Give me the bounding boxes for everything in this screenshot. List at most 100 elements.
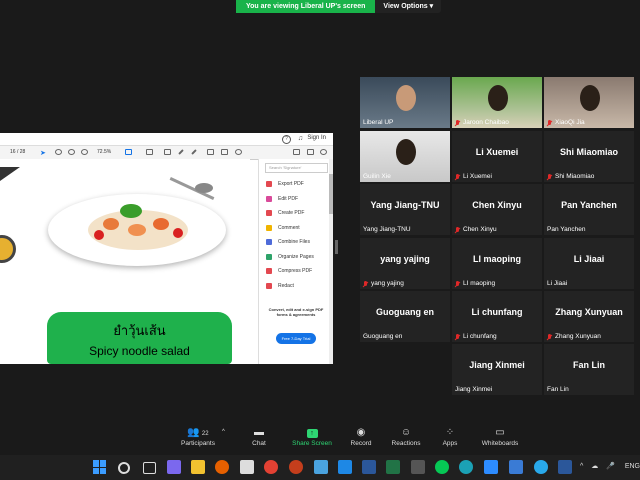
participant-tile[interactable]: Li Xuemei Li Xuemei: [452, 131, 542, 182]
language-indicator[interactable]: ENG: [625, 463, 640, 470]
participant-tile[interactable]: Zhang Xunyuan Zhang Xunyuan: [544, 291, 634, 342]
participant-tile[interactable]: Guoguang en Guoguang en: [360, 291, 450, 342]
participant-tile[interactable]: XiaoQi Jia: [544, 77, 634, 128]
splitter-handle[interactable]: [335, 240, 338, 254]
participant-tile[interactable]: Shi Miaomiao Shi Miaomiao: [544, 131, 634, 182]
tools-search-input[interactable]: Search 'Signature': [265, 163, 328, 173]
line-icon[interactable]: [435, 460, 449, 474]
share-screen-button[interactable]: ↑ Share Screen: [287, 426, 337, 447]
participant-label: yang yajing: [363, 280, 404, 287]
tool-item[interactable]: Redact: [259, 279, 333, 294]
page-indicator[interactable]: 16 / 28: [10, 149, 25, 155]
tool-item[interactable]: Organize Pages: [259, 250, 333, 265]
chat-app-icon[interactable]: [167, 460, 181, 474]
tool-item[interactable]: Comment: [259, 221, 333, 236]
record-button[interactable]: ◉ Record: [336, 426, 386, 447]
tool-item[interactable]: Combine Files: [259, 235, 333, 250]
cloud-icon[interactable]: ☁: [591, 463, 598, 470]
participant-tile[interactable]: Li chunfang Li chunfang: [452, 291, 542, 342]
tool-item[interactable]: Export PDF: [259, 177, 333, 192]
firefox-icon[interactable]: [215, 460, 229, 474]
sign-in-link[interactable]: Sign In: [307, 135, 326, 141]
participants-caret-icon[interactable]: ^: [222, 429, 225, 435]
tool-item[interactable]: Compress PDF: [259, 264, 333, 279]
participant-tile[interactable]: Yang Jiang-TNU Yang Jiang-TNU: [360, 184, 450, 235]
edge-icon[interactable]: [459, 460, 473, 474]
rotate-icon[interactable]: [235, 149, 242, 155]
search-icon[interactable]: [118, 462, 130, 474]
muted-mic-icon: [455, 119, 460, 126]
apps-button[interactable]: ⁘ Apps: [425, 426, 475, 447]
highlight-icon[interactable]: [191, 149, 197, 155]
word-doc-icon[interactable]: [558, 460, 572, 474]
participant-tile[interactable]: Liberal UP: [360, 77, 450, 128]
participant-tile[interactable]: Jaroon Chaibao: [452, 77, 542, 128]
select-tool-icon[interactable]: ➤: [40, 149, 47, 157]
participant-label: Yang Jiang-TNU: [363, 226, 411, 233]
muted-mic-icon: [547, 173, 552, 180]
participant-tile[interactable]: Fan Lin Fan Lin: [544, 344, 634, 395]
participant-tile[interactable]: Guilin Xie: [360, 131, 450, 182]
chat-button[interactable]: ▬ Chat: [234, 426, 284, 447]
mail-icon[interactable]: [338, 460, 352, 474]
participant-label-text: Jiang Xinmei: [455, 386, 493, 393]
participant-tile[interactable]: yang yajing yang yajing: [360, 238, 450, 289]
help-icon[interactable]: ?: [282, 135, 291, 144]
muted-mic-icon: [455, 226, 460, 233]
tools-scrollbar[interactable]: [329, 159, 333, 364]
file-explorer-icon[interactable]: [191, 460, 205, 474]
tray-chevron-icon[interactable]: ^: [580, 463, 583, 470]
tool-icon: [266, 253, 272, 260]
tool-item[interactable]: Create PDF: [259, 206, 333, 221]
sign-icon[interactable]: [207, 149, 214, 155]
participant-name-display: Yang Jiang-TNU: [370, 200, 440, 210]
task-view-icon[interactable]: [143, 462, 156, 474]
delete-icon[interactable]: [221, 149, 228, 155]
participant-tile[interactable]: Jiang Xinmei Jiang Xinmei: [452, 344, 542, 395]
word-icon[interactable]: [362, 460, 376, 474]
email-icon[interactable]: [307, 149, 314, 155]
powerpoint-icon[interactable]: [289, 460, 303, 474]
shared-pdf-window[interactable]: ? ♫ Sign In 16 / 28 ➤ 72.5% ยำวุ้นเส้น S…: [0, 133, 333, 364]
pen-icon[interactable]: [178, 149, 184, 155]
tool-item[interactable]: Edit PDF: [259, 192, 333, 207]
mic-icon[interactable]: 🎤: [606, 463, 615, 470]
comment-icon[interactable]: [146, 149, 153, 155]
zoom-out-icon[interactable]: [68, 149, 75, 155]
store-icon[interactable]: [240, 460, 254, 474]
telegram-icon[interactable]: [534, 460, 548, 474]
participant-tile[interactable]: Chen Xinyu Chen Xinyu: [452, 184, 542, 235]
view-options-button[interactable]: View Options ▾: [375, 0, 442, 13]
zoom-app-icon[interactable]: [484, 460, 498, 474]
windows-start-icon[interactable]: [93, 460, 106, 474]
participants-button[interactable]: 👥 22 Participants: [173, 426, 223, 447]
share-icon[interactable]: [293, 149, 300, 155]
calculator-icon[interactable]: [411, 460, 425, 474]
hand-tool-icon[interactable]: [55, 149, 62, 155]
spoon-icon: [195, 183, 213, 193]
zoom-level[interactable]: 72.5%: [97, 149, 111, 155]
zoom-in-icon[interactable]: [81, 149, 88, 155]
pdf-page[interactable]: ยำวุ้นเส้น Spicy noodle salad: [0, 159, 250, 364]
account-icon[interactable]: [320, 149, 327, 155]
excel-icon[interactable]: [386, 460, 400, 474]
bell-icon[interactable]: ♫: [298, 135, 303, 142]
fit-page-icon[interactable]: [125, 149, 132, 155]
participant-tile[interactable]: Pan Yanchen Pan Yanchen: [544, 184, 634, 235]
participant-label: Pan Yanchen: [547, 226, 585, 233]
participant-tile[interactable]: Li Jiaai Li Jiaai: [544, 238, 634, 289]
note-icon[interactable]: [164, 149, 171, 155]
chat-label: Chat: [252, 440, 266, 447]
system-tray[interactable]: ^ ☁ 🎤 ENG: [580, 462, 640, 470]
photos-icon[interactable]: [509, 460, 523, 474]
reactions-button[interactable]: ☺ Reactions: [381, 426, 431, 447]
free-trial-button[interactable]: Free 7-Day Trial: [276, 333, 316, 344]
participant-label: Zhang Xunyuan: [547, 333, 601, 340]
app-l-icon[interactable]: [314, 460, 328, 474]
whiteboards-button[interactable]: ▭ Whiteboards: [475, 426, 525, 447]
tool-label: Create PDF: [278, 210, 305, 217]
tool-icon: [266, 239, 272, 246]
chrome-icon[interactable]: [264, 460, 278, 474]
participant-tile[interactable]: LI maoping LI maoping: [452, 238, 542, 289]
participant-name-display: Li Jiaai: [573, 254, 605, 264]
